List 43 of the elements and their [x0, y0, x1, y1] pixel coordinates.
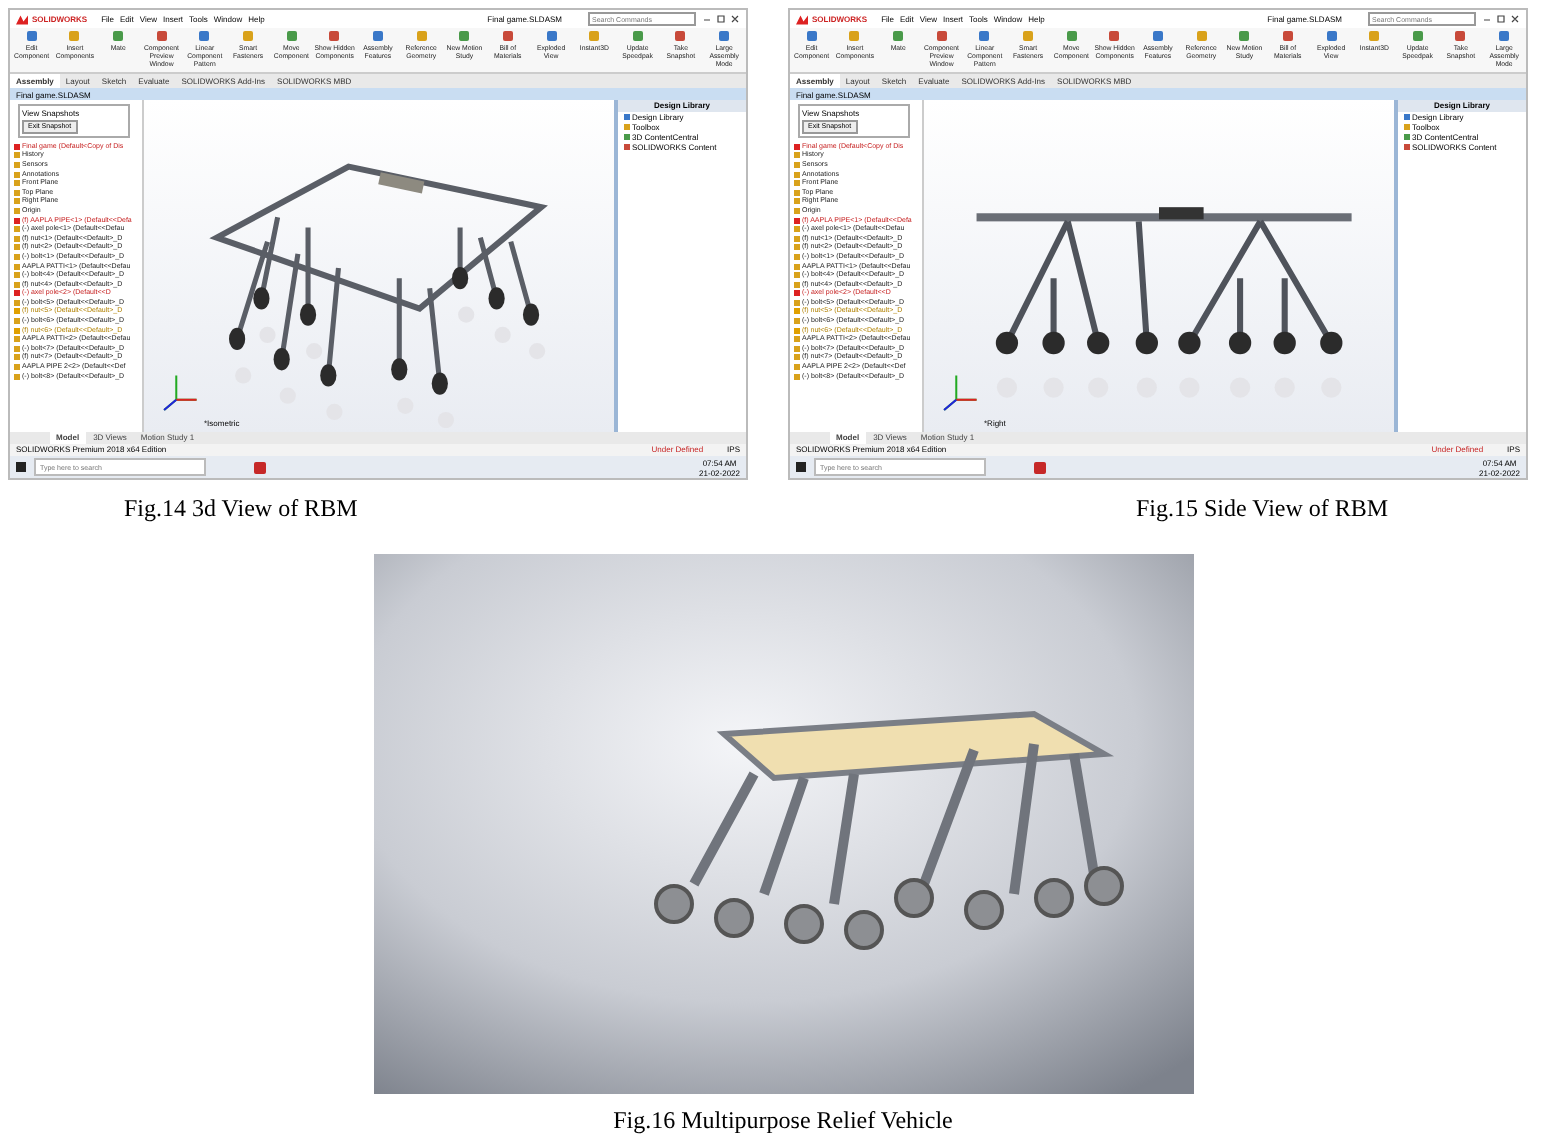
app-icon[interactable]	[1034, 461, 1046, 473]
tool-icon	[718, 30, 731, 42]
tool-icon	[1411, 30, 1424, 42]
figure-caption: Fig.14 3d View of RBM	[124, 494, 358, 522]
tool-icon	[25, 30, 38, 42]
tool-icon	[1151, 30, 1164, 42]
tool-icon	[1108, 30, 1121, 42]
axis-triad-icon	[163, 374, 198, 411]
tool-icon	[112, 30, 125, 42]
tool-icon	[285, 30, 298, 42]
tool-icon	[198, 30, 211, 42]
window-controls-icon[interactable]	[702, 14, 742, 24]
axis-triad-icon	[943, 374, 978, 411]
tool-icon	[631, 30, 644, 42]
tool-icon	[242, 30, 255, 42]
tool-icon	[68, 30, 81, 42]
tool-icon	[1325, 30, 1337, 42]
tool-icon	[674, 30, 687, 42]
tool-icon	[848, 30, 861, 42]
tool-icon	[458, 30, 471, 42]
tool-icon	[1238, 30, 1251, 42]
window-controls-icon[interactable]	[1482, 14, 1522, 24]
tool-icon	[588, 30, 601, 42]
tool-icon	[805, 30, 818, 42]
tool-icon	[155, 30, 168, 42]
figure-caption: Fig.15 Side View of RBM	[1136, 494, 1389, 522]
app-icon[interactable]	[254, 461, 266, 473]
tool-icon	[935, 30, 948, 42]
tool-icon	[1498, 30, 1511, 42]
tool-icon	[1454, 30, 1467, 42]
tool-icon	[1195, 30, 1208, 42]
figure-caption: Fig.16 Multipurpose Relief Vehicle	[613, 1106, 953, 1134]
tool-icon	[892, 30, 905, 42]
tool-icon	[978, 30, 991, 42]
tool-icon	[545, 30, 557, 42]
tool-icon	[1281, 30, 1294, 42]
tool-icon	[415, 30, 428, 42]
tool-icon	[501, 30, 514, 42]
tool-icon	[1065, 30, 1078, 42]
tool-icon	[1368, 30, 1381, 42]
tool-icon	[371, 30, 384, 42]
tool-icon	[328, 30, 341, 42]
tool-icon	[1022, 30, 1035, 42]
